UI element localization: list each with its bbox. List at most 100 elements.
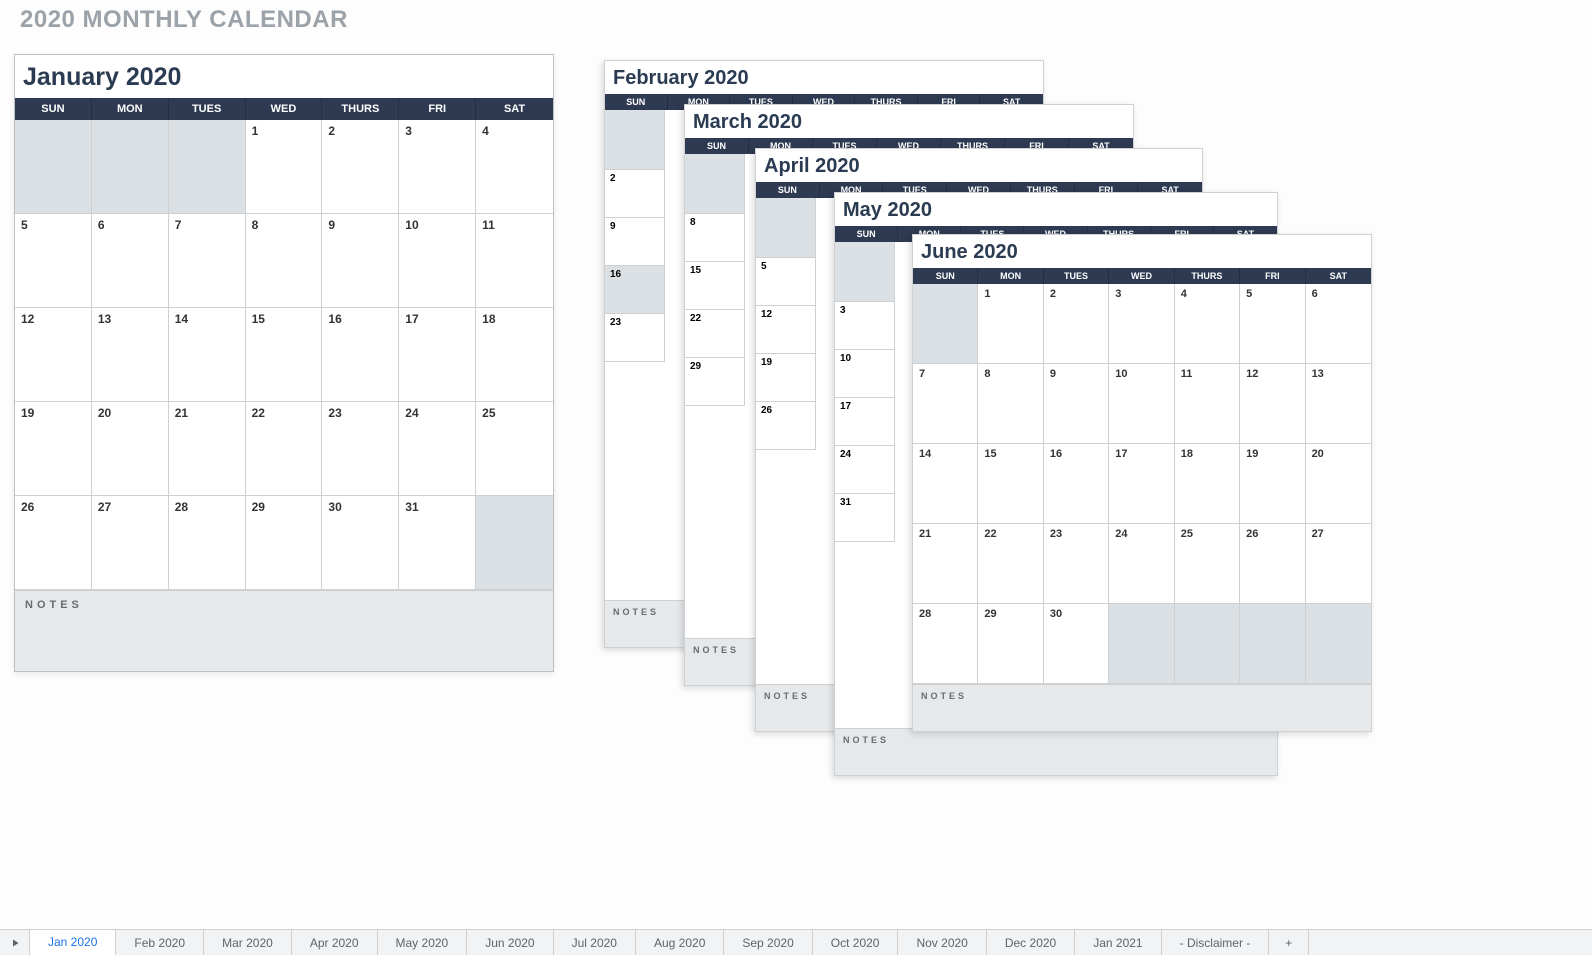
calendar-cell[interactable]: 1 [978, 284, 1043, 364]
sheet-tab[interactable]: Jul 2020 [554, 930, 636, 955]
calendar-cell[interactable] [913, 284, 978, 364]
calendar-cell[interactable]: 12 [756, 306, 816, 354]
calendar-cell[interactable]: 6 [92, 214, 169, 308]
calendar-cell[interactable]: 23 [1044, 524, 1109, 604]
tab-scroll-icon[interactable] [0, 930, 30, 955]
sheet-tab[interactable]: Dec 2020 [987, 930, 1075, 955]
calendar-cell[interactable]: 30 [322, 496, 399, 590]
calendar-cell[interactable]: 9 [605, 218, 665, 266]
calendar-cell[interactable]: 25 [476, 402, 553, 496]
calendar-cell[interactable]: 5 [1240, 284, 1305, 364]
calendar-cell[interactable]: 13 [92, 308, 169, 402]
calendar-cell[interactable] [1306, 604, 1371, 684]
calendar-cell[interactable]: 20 [92, 402, 169, 496]
calendar-cell[interactable]: 2 [322, 120, 399, 214]
calendar-cell[interactable]: 10 [1109, 364, 1174, 444]
calendar-cell[interactable]: 15 [978, 444, 1043, 524]
calendar-cell[interactable]: 5 [15, 214, 92, 308]
calendar-cell[interactable]: 11 [476, 214, 553, 308]
calendar-cell[interactable]: 28 [169, 496, 246, 590]
sheet-tab[interactable]: - Disclaimer - [1162, 930, 1270, 955]
calendar-cell[interactable]: 18 [1175, 444, 1240, 524]
calendar-cell[interactable]: 14 [913, 444, 978, 524]
calendar-cell[interactable]: 23 [322, 402, 399, 496]
calendar-cell[interactable]: 17 [399, 308, 476, 402]
calendar-cell[interactable] [835, 242, 895, 302]
calendar-cell[interactable] [1175, 604, 1240, 684]
calendar-cell[interactable]: 15 [685, 262, 745, 310]
calendar-cell[interactable] [169, 120, 246, 214]
notes-section[interactable]: NOTES [913, 684, 1371, 731]
calendar-cell[interactable]: 2 [605, 170, 665, 218]
calendar-cell[interactable]: 17 [835, 398, 895, 446]
sheet-tab[interactable]: Aug 2020 [636, 930, 724, 955]
sheet-tab[interactable]: Oct 2020 [813, 930, 899, 955]
calendar-cell[interactable]: 8 [246, 214, 323, 308]
calendar-cell[interactable]: 12 [1240, 364, 1305, 444]
calendar-cell[interactable]: 1 [246, 120, 323, 214]
calendar-cell[interactable]: 20 [1306, 444, 1371, 524]
calendar-cell[interactable]: 22 [685, 310, 745, 358]
calendar-cell[interactable] [1240, 604, 1305, 684]
sheet-tab[interactable]: Nov 2020 [898, 930, 986, 955]
calendar-cell[interactable]: 16 [1044, 444, 1109, 524]
calendar-cell[interactable]: 26 [756, 402, 816, 450]
calendar-cell[interactable]: 29 [978, 604, 1043, 684]
calendar-cell[interactable]: 29 [246, 496, 323, 590]
sheet-tab[interactable]: Mar 2020 [204, 930, 292, 955]
calendar-cell[interactable] [605, 110, 665, 170]
calendar-cell[interactable]: 26 [1240, 524, 1305, 604]
calendar-cell[interactable]: 7 [169, 214, 246, 308]
calendar-cell[interactable]: 12 [15, 308, 92, 402]
sheet-tab[interactable]: Jun 2020 [467, 930, 553, 955]
calendar-cell[interactable]: 3 [1109, 284, 1174, 364]
sheet-tab[interactable]: Feb 2020 [116, 930, 204, 955]
calendar-body[interactable]: 1234567891011121314151617181920212223242… [15, 120, 553, 590]
calendar-cell[interactable]: 28 [913, 604, 978, 684]
calendar-cell[interactable]: 22 [978, 524, 1043, 604]
calendar-cell[interactable]: 18 [476, 308, 553, 402]
calendar-cell[interactable]: 27 [1306, 524, 1371, 604]
calendar-body[interactable]: 1234567891011121314151617181920212223242… [913, 284, 1371, 684]
calendar-cell[interactable]: 17 [1109, 444, 1174, 524]
calendar-cell[interactable]: 10 [399, 214, 476, 308]
sheet-tab[interactable]: Apr 2020 [292, 930, 378, 955]
calendar-cell[interactable]: 29 [685, 358, 745, 406]
calendar-cell[interactable] [476, 496, 553, 590]
calendar-cell[interactable]: 16 [322, 308, 399, 402]
calendar-cell[interactable]: 21 [913, 524, 978, 604]
calendar-cell[interactable]: 4 [1175, 284, 1240, 364]
calendar-cell[interactable]: 3 [399, 120, 476, 214]
calendar-cell[interactable]: 21 [169, 402, 246, 496]
calendar-cell[interactable]: 2 [1044, 284, 1109, 364]
calendar-cell[interactable]: 24 [835, 446, 895, 494]
calendar-cell[interactable]: 22 [246, 402, 323, 496]
add-sheet-button[interactable]: + [1269, 930, 1309, 955]
notes-section[interactable]: NOTES [15, 590, 553, 671]
calendar-cell[interactable] [92, 120, 169, 214]
sheet-tab[interactable]: May 2020 [378, 930, 468, 955]
calendar-cell[interactable]: 14 [169, 308, 246, 402]
calendar-cell[interactable]: 13 [1306, 364, 1371, 444]
calendar-cell[interactable]: 19 [1240, 444, 1305, 524]
calendar-cell[interactable] [1109, 604, 1174, 684]
calendar-cell[interactable]: 24 [399, 402, 476, 496]
calendar-cell[interactable]: 8 [978, 364, 1043, 444]
calendar-cell[interactable]: 24 [1109, 524, 1174, 604]
calendar-cell[interactable]: 8 [685, 214, 745, 262]
calendar-cell[interactable] [685, 154, 745, 214]
calendar-cell[interactable]: 10 [835, 350, 895, 398]
calendar-cell[interactable] [15, 120, 92, 214]
calendar-cell[interactable]: 9 [1044, 364, 1109, 444]
sheet-tab[interactable]: Jan 2021 [1075, 930, 1161, 955]
calendar-cell[interactable]: 19 [15, 402, 92, 496]
calendar-cell[interactable]: 9 [322, 214, 399, 308]
calendar-cell[interactable]: 15 [246, 308, 323, 402]
calendar-cell[interactable]: 26 [15, 496, 92, 590]
calendar-cell[interactable]: 4 [476, 120, 553, 214]
sheet-tab[interactable]: Sep 2020 [724, 930, 812, 955]
sheet-tab[interactable]: Jan 2020 [30, 930, 116, 956]
calendar-cell[interactable] [756, 198, 816, 258]
calendar-cell[interactable]: 23 [605, 314, 665, 362]
calendar-cell[interactable]: 19 [756, 354, 816, 402]
